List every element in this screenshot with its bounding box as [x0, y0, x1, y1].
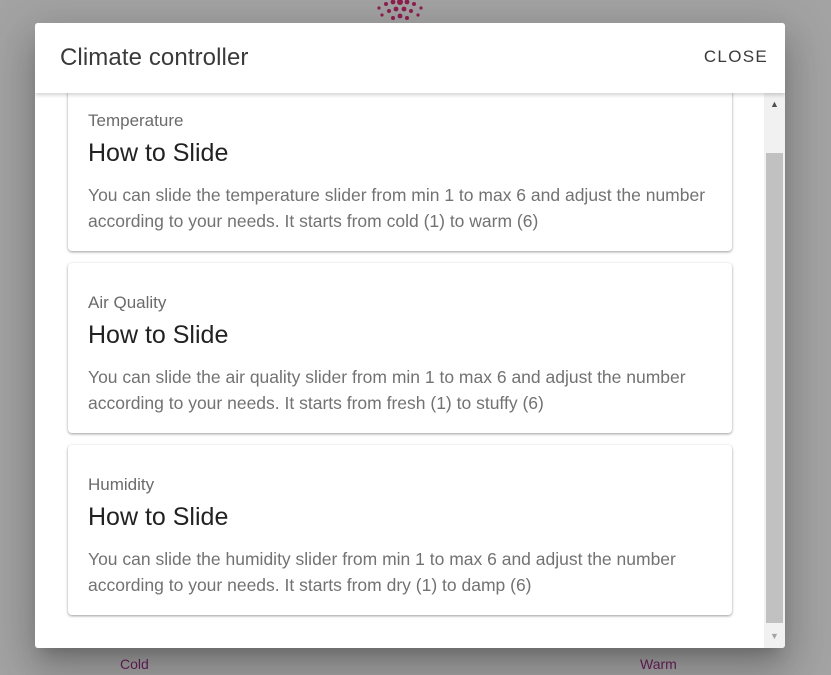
card-title: How to Slide	[88, 139, 229, 167]
card-text: You can slide the air quality slider fro…	[88, 367, 686, 413]
card-title: How to Slide	[88, 503, 229, 531]
triangle-down-icon[interactable]: ▼	[764, 628, 785, 645]
scrollbar-thumb[interactable]	[766, 153, 783, 623]
app-logo-icon	[377, 0, 423, 20]
air-quality-card: Air Quality How to Slide You can slide t…	[68, 263, 732, 433]
humidity-card: Humidity How to Slide You can slide the …	[68, 445, 732, 615]
slider-max-label: Warm	[640, 656, 677, 672]
card-title: How to Slide	[88, 321, 229, 349]
triangle-up-icon[interactable]: ▲	[764, 96, 785, 113]
dialog-title: Climate controller	[60, 44, 249, 71]
dialog-content[interactable]: Temperature How to Slide You can slide t…	[35, 93, 764, 648]
card-overline: Humidity	[88, 475, 155, 494]
scrollbar[interactable]: ▲ ▼	[764, 93, 785, 648]
temperature-card: Temperature How to Slide You can slide t…	[68, 93, 732, 251]
card-overline: Temperature	[88, 111, 184, 130]
dialog-header: Climate controller CLOSE	[35, 23, 785, 93]
slider-min-label: Cold	[120, 656, 149, 672]
close-button[interactable]: CLOSE	[704, 47, 768, 67]
climate-dialog: Climate controller CLOSE Temperature How…	[35, 23, 785, 648]
card-text: You can slide the humidity slider from m…	[88, 549, 676, 595]
card-overline: Air Quality	[88, 293, 167, 312]
card-text: You can slide the temperature slider fro…	[88, 185, 706, 231]
